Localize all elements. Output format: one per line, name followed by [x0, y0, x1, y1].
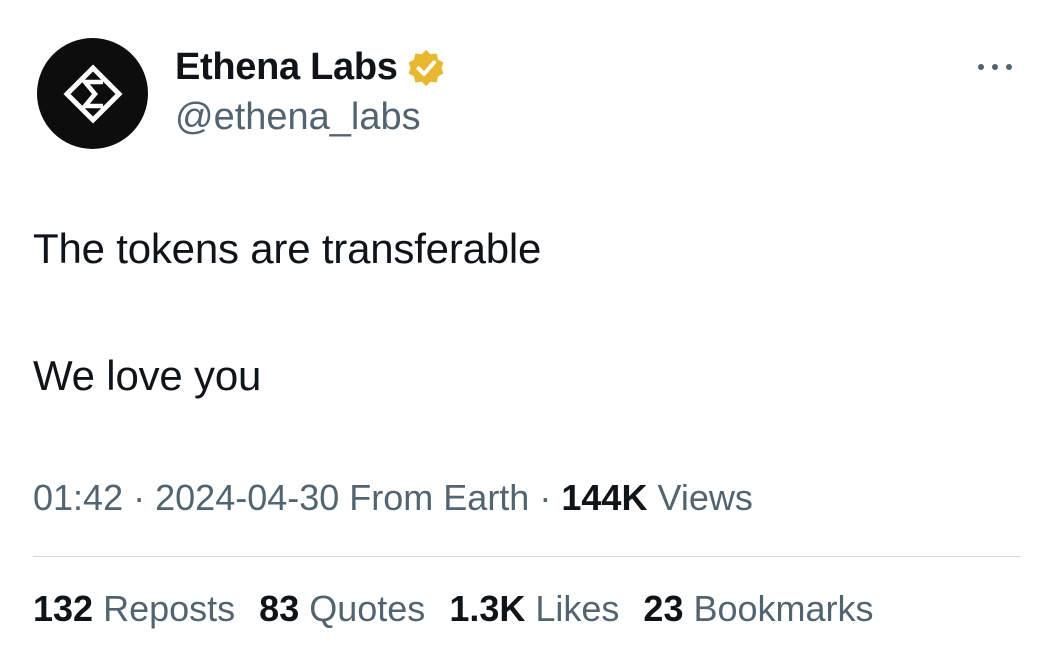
bookmarks-count: 23 [643, 588, 684, 629]
author-name[interactable]: Ethena Labs [175, 46, 398, 89]
avatar[interactable] [37, 38, 148, 149]
tweet-text-line: We love you [33, 352, 262, 399]
views-label: Views [657, 477, 753, 518]
author-handle[interactable]: @ethena_labs [175, 96, 421, 139]
tweet-date[interactable]: 2024-04-30 [155, 477, 339, 518]
reposts-label: Reposts [103, 588, 236, 629]
tweet-text-line: The tokens are transferable [33, 225, 542, 272]
bookmarks-stat[interactable]: 23 Bookmarks [643, 588, 873, 630]
likes-stat[interactable]: 1.3K Likes [449, 588, 619, 630]
tweet-card: Ethena Labs @ethena_labs The tokens are … [0, 0, 1053, 657]
quotes-count: 83 [259, 588, 300, 629]
views-count: 144K [561, 477, 648, 518]
quotes-label: Quotes [309, 588, 426, 629]
author-name-row[interactable]: Ethena Labs [175, 46, 446, 89]
tweet-time[interactable]: 01:42 [33, 477, 123, 518]
meta-separator: · [539, 477, 552, 518]
reposts-stat[interactable]: 132 Reposts [33, 588, 235, 630]
reposts-count: 132 [33, 588, 94, 629]
bookmarks-label: Bookmarks [693, 588, 874, 629]
meta-separator: · [133, 477, 146, 518]
tweet-meta: 01:42 · 2024-04-30 From Earth · 144K Vie… [33, 477, 753, 519]
verified-badge-icon [408, 49, 444, 86]
more-options-icon[interactable] [973, 55, 1017, 79]
likes-label: Likes [535, 588, 620, 629]
quotes-stat[interactable]: 83 Quotes [259, 588, 425, 630]
divider [33, 556, 1020, 557]
engagement-stats: 132 Reposts 83 Quotes 1.3K Likes 23 Book… [33, 588, 874, 630]
tweet-source: From Earth [349, 477, 530, 518]
ethena-logo-icon [62, 63, 123, 124]
likes-count: 1.3K [449, 588, 526, 629]
